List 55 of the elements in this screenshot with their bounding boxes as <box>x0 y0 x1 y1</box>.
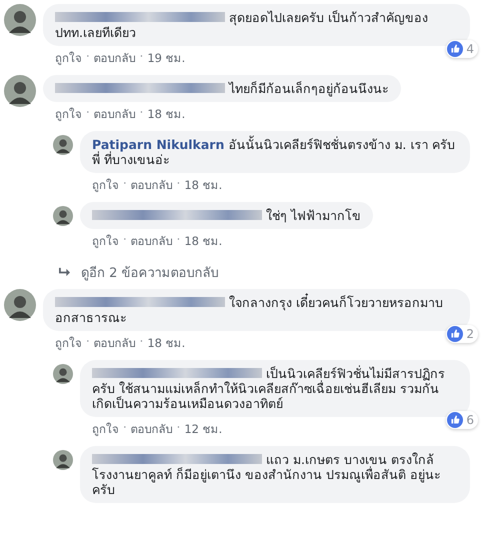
dot-separator: · <box>140 334 144 350</box>
more-replies-link[interactable]: ดูอีก 2 ข้อความตอบกลับ <box>81 262 219 283</box>
timestamp: 19 ชม. <box>147 50 186 67</box>
thumbs-up-icon <box>447 326 464 342</box>
dot-separator: · <box>123 420 127 436</box>
reply-arrow-icon <box>58 267 71 278</box>
action-link[interactable]: ตอบกลับ <box>94 105 136 123</box>
comment-text: ใจกลางกรุง เดี๋ยวคนก็โวยวายหรอกมาบอกสาธารณะ <box>55 295 443 325</box>
dot-separator: · <box>123 176 127 192</box>
comment-text: สุดยอดไปเลยครับ เป็นก้าวสำคัญของปทท.เลยทีเดียว <box>55 10 428 40</box>
timestamp: 12 ชม. <box>184 421 222 438</box>
timestamp: 18 ชม. <box>184 233 222 250</box>
avatar[interactable] <box>4 75 36 107</box>
dot-separator: · <box>86 334 90 350</box>
like-count-badge[interactable]: 6 <box>446 411 478 429</box>
action-link[interactable]: ถูกใจ <box>55 105 82 123</box>
like-count: 4 <box>466 42 474 56</box>
like-count: 2 <box>466 326 474 342</box>
action-link[interactable]: ตอบกลับ <box>130 176 173 194</box>
action-link[interactable]: ถูกใจ <box>55 49 82 67</box>
thumbs-up-icon <box>447 41 464 57</box>
dot-separator: · <box>140 105 144 121</box>
like-count-badge[interactable]: 4 <box>446 40 478 58</box>
avatar[interactable] <box>53 450 73 470</box>
timestamp: 18 ชม. <box>147 106 186 123</box>
dot-separator: · <box>86 105 90 121</box>
like-count-badge[interactable]: 2 <box>446 325 478 343</box>
avatar[interactable] <box>53 135 73 155</box>
comment-text: แถว ม.เกษตร บางเขน ตรงใกล้โรงงานยาคูลท์ ก็มีอยู่เตานึง ของสำนักงาน ปรมณูเพื่อสันติ อยู่นะครับ <box>92 452 441 497</box>
dot-separator: · <box>176 176 180 192</box>
timestamp: 18 ชม. <box>184 177 222 194</box>
dot-separator: · <box>86 49 90 65</box>
comment-text: ใช่ๆ ไฟฟ้ามากโข <box>266 208 361 223</box>
like-count: 6 <box>466 412 474 428</box>
avatar[interactable] <box>4 4 36 36</box>
dot-separator: · <box>176 232 180 248</box>
dot-separator: · <box>123 232 127 248</box>
action-link[interactable]: ถูกใจ <box>92 420 119 438</box>
thumbs-up-icon <box>447 412 464 428</box>
dot-separator: · <box>176 420 180 436</box>
avatar[interactable] <box>53 206 73 226</box>
action-link[interactable]: ถูกใจ <box>92 232 119 250</box>
avatar[interactable] <box>53 364 73 384</box>
comment-text: Patiparn Nikulkarn อันนั้นนิวเคลียร์ฟิชชั่นตรงข้าง ม. เรา ครับพี่ ที่บางเขนอ่ะ <box>92 137 456 167</box>
comment-text: เป็นนิวเคลียร์ฟิวชั่นไม่มีสารปฏิกรครับ ใช้สนามแม่เหล็กทำให้นิวเคลียสก๊าซเฉื่อยเช่นฮีเลียม รวมกันเกิดเป็นความร้อนเหมือนดวงอาทิตย์ <box>92 366 445 411</box>
action-link[interactable]: ถูกใจ <box>92 176 119 194</box>
avatar[interactable] <box>4 289 36 321</box>
action-link[interactable]: ตอบกลับ <box>130 420 173 438</box>
timestamp: 18 ชม. <box>147 335 186 352</box>
dot-separator: · <box>140 49 144 65</box>
action-link[interactable]: ตอบกลับ <box>130 232 173 250</box>
action-link[interactable]: ตอบกลับ <box>94 334 136 352</box>
action-link[interactable]: ถูกใจ <box>55 334 82 352</box>
comment-text: ไทยก็มีก้อนเล็กๆอยู่ก้อนนึงนะ <box>229 81 389 96</box>
action-link[interactable]: ตอบกลับ <box>94 49 136 67</box>
